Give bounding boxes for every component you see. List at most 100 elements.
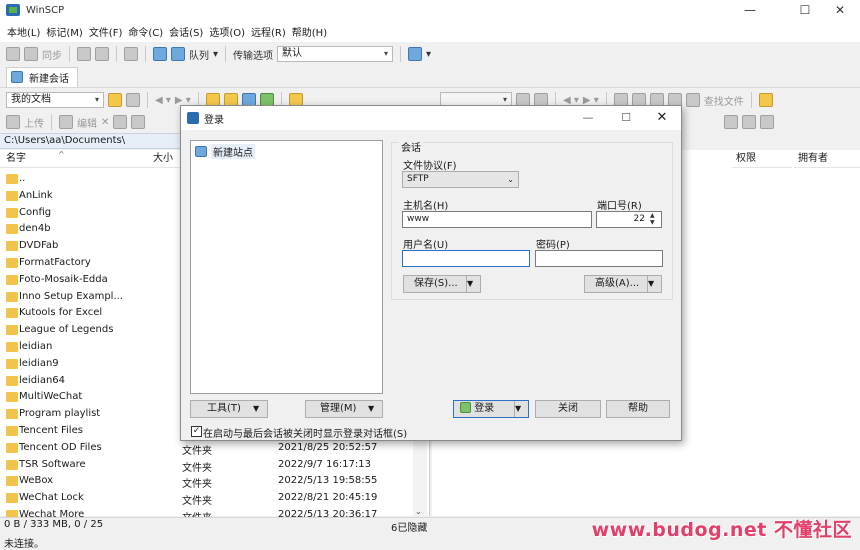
file-name: MultiWeChat bbox=[19, 391, 83, 403]
menu-file[interactable]: 文件(F) bbox=[86, 24, 126, 39]
chevron-down-icon[interactable]: ▾ bbox=[426, 49, 431, 60]
file-name: Program playlist bbox=[19, 408, 101, 420]
file-date: 2021/8/25 20:52:57 bbox=[278, 441, 378, 453]
tree-icon[interactable] bbox=[758, 93, 773, 107]
menu-command[interactable]: 命令(C) bbox=[125, 24, 166, 39]
column-rights-label: 权限 bbox=[736, 153, 756, 164]
table-row[interactable]: Tencent OD Files 文件夹 2021/8/25 20:52:57 bbox=[0, 440, 430, 457]
startup-checkbox-label: 在启动与最后会话被关闭时显示登录对话框(S) bbox=[203, 429, 408, 440]
filter-mask-icon[interactable] bbox=[760, 115, 774, 129]
new-icon[interactable] bbox=[724, 115, 738, 129]
queue-button[interactable]: 队列 bbox=[189, 47, 209, 62]
edit-button[interactable]: 编辑 bbox=[77, 115, 97, 130]
menu-remote[interactable]: 远程(R) bbox=[248, 24, 289, 39]
open-folder-icon[interactable] bbox=[108, 93, 122, 107]
properties-icon[interactable] bbox=[131, 115, 146, 129]
putty-icon[interactable] bbox=[95, 47, 109, 61]
scroll-down-icon[interactable]: ⌄ bbox=[415, 507, 422, 516]
password-input[interactable] bbox=[535, 250, 663, 267]
file-name: DVDFab bbox=[19, 240, 59, 252]
minimize-button[interactable]: — bbox=[728, 0, 772, 20]
upload-button[interactable]: 上传 bbox=[24, 115, 44, 130]
site-tree[interactable]: 新建站点 bbox=[190, 140, 383, 394]
chevron-down-icon[interactable]: ▾ bbox=[213, 49, 218, 60]
synchronize-browse-icon[interactable] bbox=[24, 47, 38, 61]
minus-icon[interactable] bbox=[742, 115, 756, 129]
winscp-logo-icon bbox=[6, 4, 20, 16]
file-name: Tencent Files bbox=[19, 425, 83, 436]
save-button[interactable]: 保存(S)... ▼ bbox=[403, 275, 481, 293]
transfer-settings-select[interactable]: 默认 ▾ bbox=[277, 46, 394, 62]
protocol-select[interactable]: SFTP ⌄ bbox=[402, 171, 519, 188]
file-name: Foto-Mosaik-Edda bbox=[19, 273, 108, 285]
folder-icon bbox=[6, 375, 18, 386]
queue-icon bbox=[171, 47, 185, 61]
menu-local[interactable]: 本地(L) bbox=[4, 24, 43, 39]
globe-icon[interactable] bbox=[408, 47, 423, 61]
column-size-header[interactable]: 大小 bbox=[153, 150, 181, 168]
parent-folder-icon bbox=[6, 174, 18, 184]
tab-new-session[interactable]: 新建会话 bbox=[6, 66, 78, 87]
separator bbox=[116, 46, 117, 62]
chevron-down-icon[interactable]: ▼ bbox=[466, 276, 480, 292]
column-name-label: 名字 bbox=[6, 153, 26, 164]
file-type: 文件夹 bbox=[182, 462, 212, 474]
user-input[interactable] bbox=[402, 250, 530, 267]
table-row[interactable]: TSR Software 文件夹 2022/9/7 16:17:13 bbox=[0, 457, 430, 474]
login-button[interactable]: 登录 ▼ bbox=[453, 400, 529, 418]
host-input[interactable]: www bbox=[402, 211, 592, 228]
forward-arrow-icon[interactable]: ▶ ▾ bbox=[175, 95, 191, 106]
menu-mark[interactable]: 标记(M) bbox=[43, 24, 85, 39]
chevron-down-icon[interactable]: ▼ bbox=[514, 401, 528, 417]
dialog-minimize-button[interactable]: — bbox=[571, 106, 605, 130]
find-icon[interactable] bbox=[124, 47, 138, 61]
close-button[interactable]: ✕ bbox=[818, 0, 860, 20]
column-owner-header[interactable]: 拥有者 bbox=[794, 150, 860, 168]
separator bbox=[69, 46, 70, 62]
file-name: Config bbox=[19, 206, 52, 218]
site-item-new[interactable]: 新建站点 bbox=[195, 144, 255, 159]
help-button[interactable]: 帮助 bbox=[606, 400, 670, 418]
chevron-down-icon[interactable]: ▼ bbox=[253, 401, 267, 417]
rename-icon[interactable] bbox=[113, 115, 128, 129]
startup-checkbox[interactable]: ✓ bbox=[191, 426, 202, 437]
chevron-down-icon[interactable]: ▼ bbox=[647, 276, 661, 292]
column-rights-header[interactable]: 权限 bbox=[732, 150, 792, 168]
dialog-title-bar: 登录 — ☐ ✕ bbox=[181, 106, 681, 130]
chevron-down-icon[interactable]: ▼ bbox=[368, 401, 382, 417]
menu-session[interactable]: 会话(S) bbox=[166, 24, 206, 39]
sync-button[interactable]: 同步 bbox=[42, 47, 62, 62]
file-name: TSR Software bbox=[19, 458, 86, 470]
menu-help[interactable]: 帮助(H) bbox=[289, 24, 330, 39]
table-row[interactable]: WeBox 文件夹 2022/5/13 19:58:55 bbox=[0, 473, 430, 490]
dialog-close-button[interactable]: ✕ bbox=[645, 106, 679, 130]
console-icon[interactable] bbox=[77, 47, 91, 61]
find-files-button[interactable]: 查找文件 bbox=[704, 93, 744, 108]
separator bbox=[750, 92, 752, 108]
file-name: den4b bbox=[19, 223, 51, 235]
delete-icon[interactable]: ✕ bbox=[101, 117, 109, 128]
back-arrow-icon[interactable]: ◀ ▾ bbox=[155, 95, 171, 106]
protocol-value: SFTP bbox=[407, 174, 429, 184]
main-toolbar: 同步 队列 ▾ 传输选项 默认 ▾ ▾ bbox=[0, 43, 860, 65]
tools-button[interactable]: 工具(T) ▼ bbox=[190, 400, 268, 418]
port-spinner-icon[interactable]: ▲ ▼ bbox=[650, 212, 655, 226]
search-icon[interactable] bbox=[685, 93, 700, 107]
local-location-select[interactable]: 我的文档 ▾ bbox=[6, 92, 104, 108]
preferences-gear-icon[interactable] bbox=[153, 47, 167, 61]
folder-icon bbox=[6, 358, 18, 369]
file-type: 文件夹 bbox=[182, 479, 212, 491]
filter-icon[interactable] bbox=[126, 93, 140, 107]
menu-options[interactable]: 选项(O) bbox=[206, 24, 248, 39]
dialog-maximize-button[interactable]: ☐ bbox=[609, 106, 643, 130]
advanced-button[interactable]: 高级(A)... ▼ bbox=[584, 275, 662, 293]
monitor-icon bbox=[195, 146, 207, 157]
close-dialog-button[interactable]: 关闭 bbox=[535, 400, 601, 418]
table-row[interactable]: WeChat Lock 文件夹 2022/8/21 20:45:19 bbox=[0, 490, 430, 507]
forward-arrow-icon[interactable]: ▶ ▾ bbox=[583, 95, 599, 106]
compare-icon[interactable] bbox=[6, 47, 20, 61]
column-name-header[interactable]: 名字 ^ bbox=[0, 150, 175, 168]
manage-button[interactable]: 管理(M) ▼ bbox=[305, 400, 383, 418]
folder-icon bbox=[6, 241, 18, 252]
back-arrow-icon[interactable]: ◀ ▾ bbox=[563, 95, 579, 106]
